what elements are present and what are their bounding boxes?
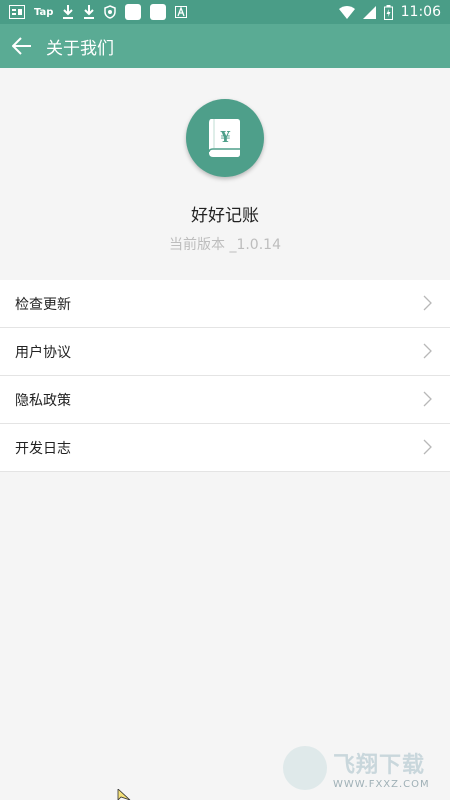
chevron-right-icon <box>423 391 432 407</box>
menu-item-label: 用户协议 <box>15 344 71 361</box>
ledger-book-yen-icon: ¥ <box>208 119 240 157</box>
battery-icon <box>383 4 393 20</box>
settings-list: 检查更新 用户协议 隐私政策 开发日志 <box>0 280 450 472</box>
menu-item-user-agreement[interactable]: 用户协议 <box>0 328 450 376</box>
shield-icon <box>104 4 117 20</box>
menu-item-check-update[interactable]: 检查更新 <box>0 280 450 328</box>
toolbar: 关于我们 <box>0 24 450 68</box>
download-icon <box>83 4 95 20</box>
status-time: 11:06 <box>400 4 441 20</box>
svg-text:¥: ¥ <box>220 128 230 146</box>
app-version: 当前版本 _1.0.14 <box>169 237 281 253</box>
menu-item-label: 检查更新 <box>15 296 71 313</box>
app-square-icon <box>125 4 142 20</box>
tap-icon: Tap <box>34 6 54 18</box>
font-icon <box>175 4 188 20</box>
watermark-logo <box>283 746 327 790</box>
mouse-cursor-icon <box>117 789 131 800</box>
app-square-icon <box>150 4 167 20</box>
chevron-right-icon <box>423 439 432 455</box>
menu-item-label: 开发日志 <box>15 440 71 457</box>
arrow-left-icon <box>12 37 31 55</box>
chevron-right-icon <box>423 343 432 359</box>
chevron-right-icon <box>423 295 432 311</box>
wifi-icon <box>338 4 355 20</box>
watermark-brand: 飞翔下载 <box>333 752 426 778</box>
signal-icon <box>362 4 376 20</box>
page-title: 关于我们 <box>46 38 114 59</box>
menu-item-privacy-policy[interactable]: 隐私政策 <box>0 376 450 424</box>
watermark-url: WWW.FXXZ.COM <box>333 778 430 790</box>
status-right-icons: 11:06 <box>338 0 450 24</box>
toutiao-icon <box>9 4 25 20</box>
status-left-icons: Tap <box>0 0 188 24</box>
back-button[interactable] <box>10 34 34 58</box>
app-logo: ¥ <box>186 99 264 177</box>
menu-item-label: 隐私政策 <box>15 392 71 409</box>
download-icon <box>62 4 74 20</box>
app-name: 好好记账 <box>191 206 259 226</box>
about-content: ¥ 好好记账 当前版本 _1.0.14 检查更新 用户协议 隐私政策 开发日志 <box>0 68 450 800</box>
menu-item-dev-log[interactable]: 开发日志 <box>0 424 450 472</box>
watermark: 飞翔下载 WWW.FXXZ.COM <box>283 742 443 794</box>
status-bar: Tap 11:06 <box>0 0 450 24</box>
